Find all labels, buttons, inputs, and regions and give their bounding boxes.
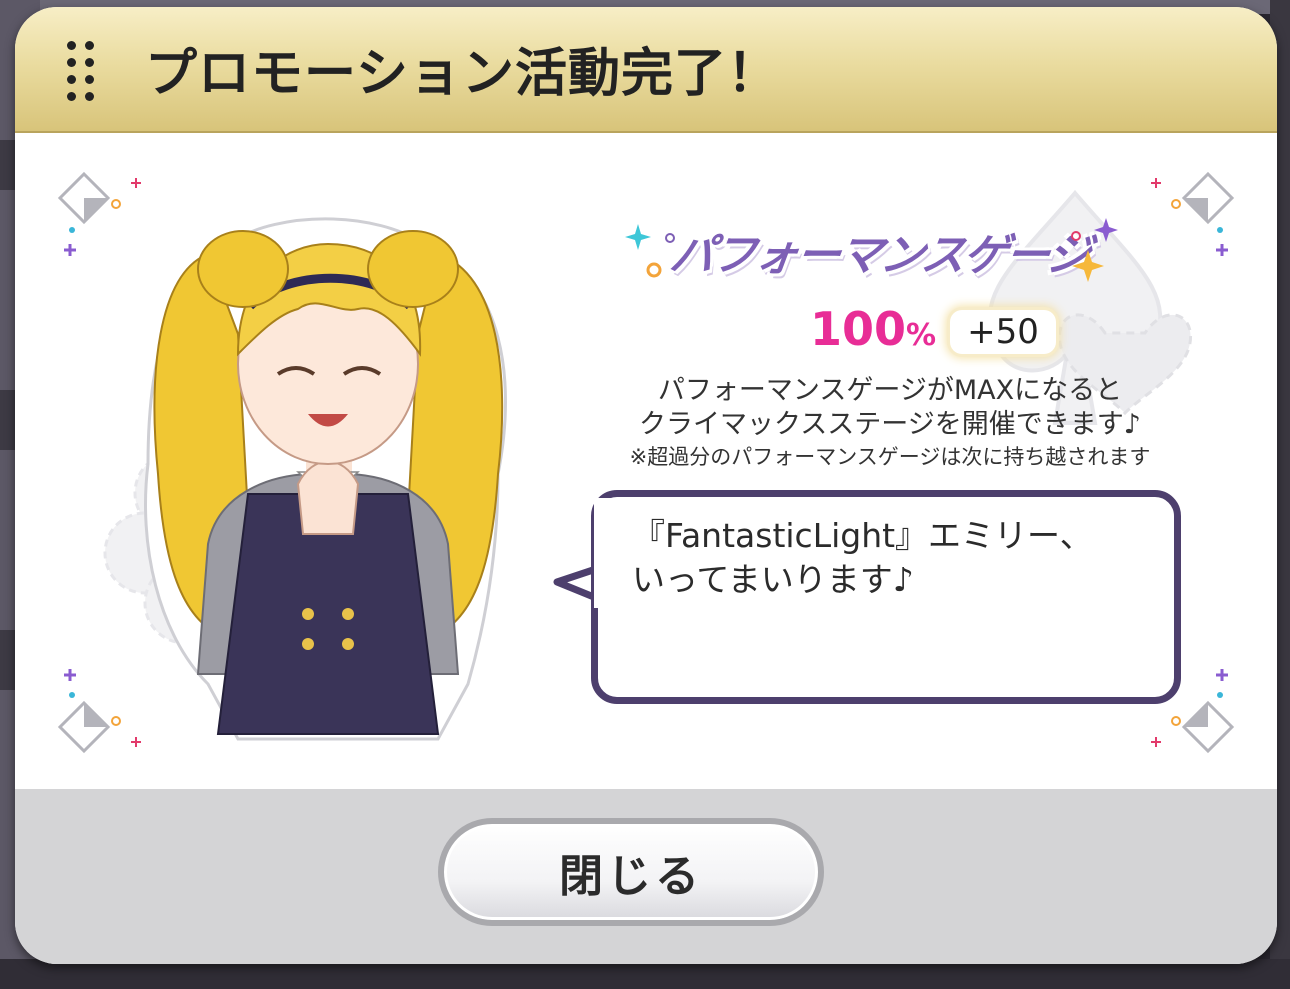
bubble-tail-mask xyxy=(594,498,614,608)
description-note: ※超過分のパフォーマンスゲージは次に持ち越されます xyxy=(629,445,1151,469)
gauge-percent: 100% xyxy=(810,302,937,356)
speech-text: 『FantasticLight』エミリー、 いってまいります♪ xyxy=(632,514,1152,602)
gauge-bonus-badge: +50 xyxy=(950,310,1056,354)
dialog-title: プロモーション活動完了！ xyxy=(145,44,780,104)
character-emily-illustration xyxy=(144,217,507,741)
dialog-header: プロモーション活動完了！ xyxy=(15,7,1277,133)
sparkle-icon xyxy=(1071,218,1118,282)
corner-ornament-top-right-icon xyxy=(1151,171,1235,256)
drag-handle-icon xyxy=(65,41,97,103)
performance-gauge-label: パフォーマンスゲージ xyxy=(666,230,1093,281)
speech-line-1: 『FantasticLight』エミリー、 xyxy=(632,516,1093,555)
description-line-1: パフォーマンスゲージがMAXになると xyxy=(657,375,1123,406)
corner-ornament-top-left-icon xyxy=(57,171,141,256)
close-button[interactable]: 閉じる xyxy=(438,818,824,926)
corner-ornament-bottom-left-icon xyxy=(57,669,141,754)
gauge-description: パフォーマンスゲージがMAXになると クライマックスステージを開催できます♪ ※… xyxy=(580,374,1200,472)
description-line-2: クライマックスステージを開催できます♪ xyxy=(639,409,1141,440)
performance-gauge-logo: パフォーマンスゲージ xyxy=(620,218,1140,282)
speech-line-2: いってまいります♪ xyxy=(632,560,914,599)
